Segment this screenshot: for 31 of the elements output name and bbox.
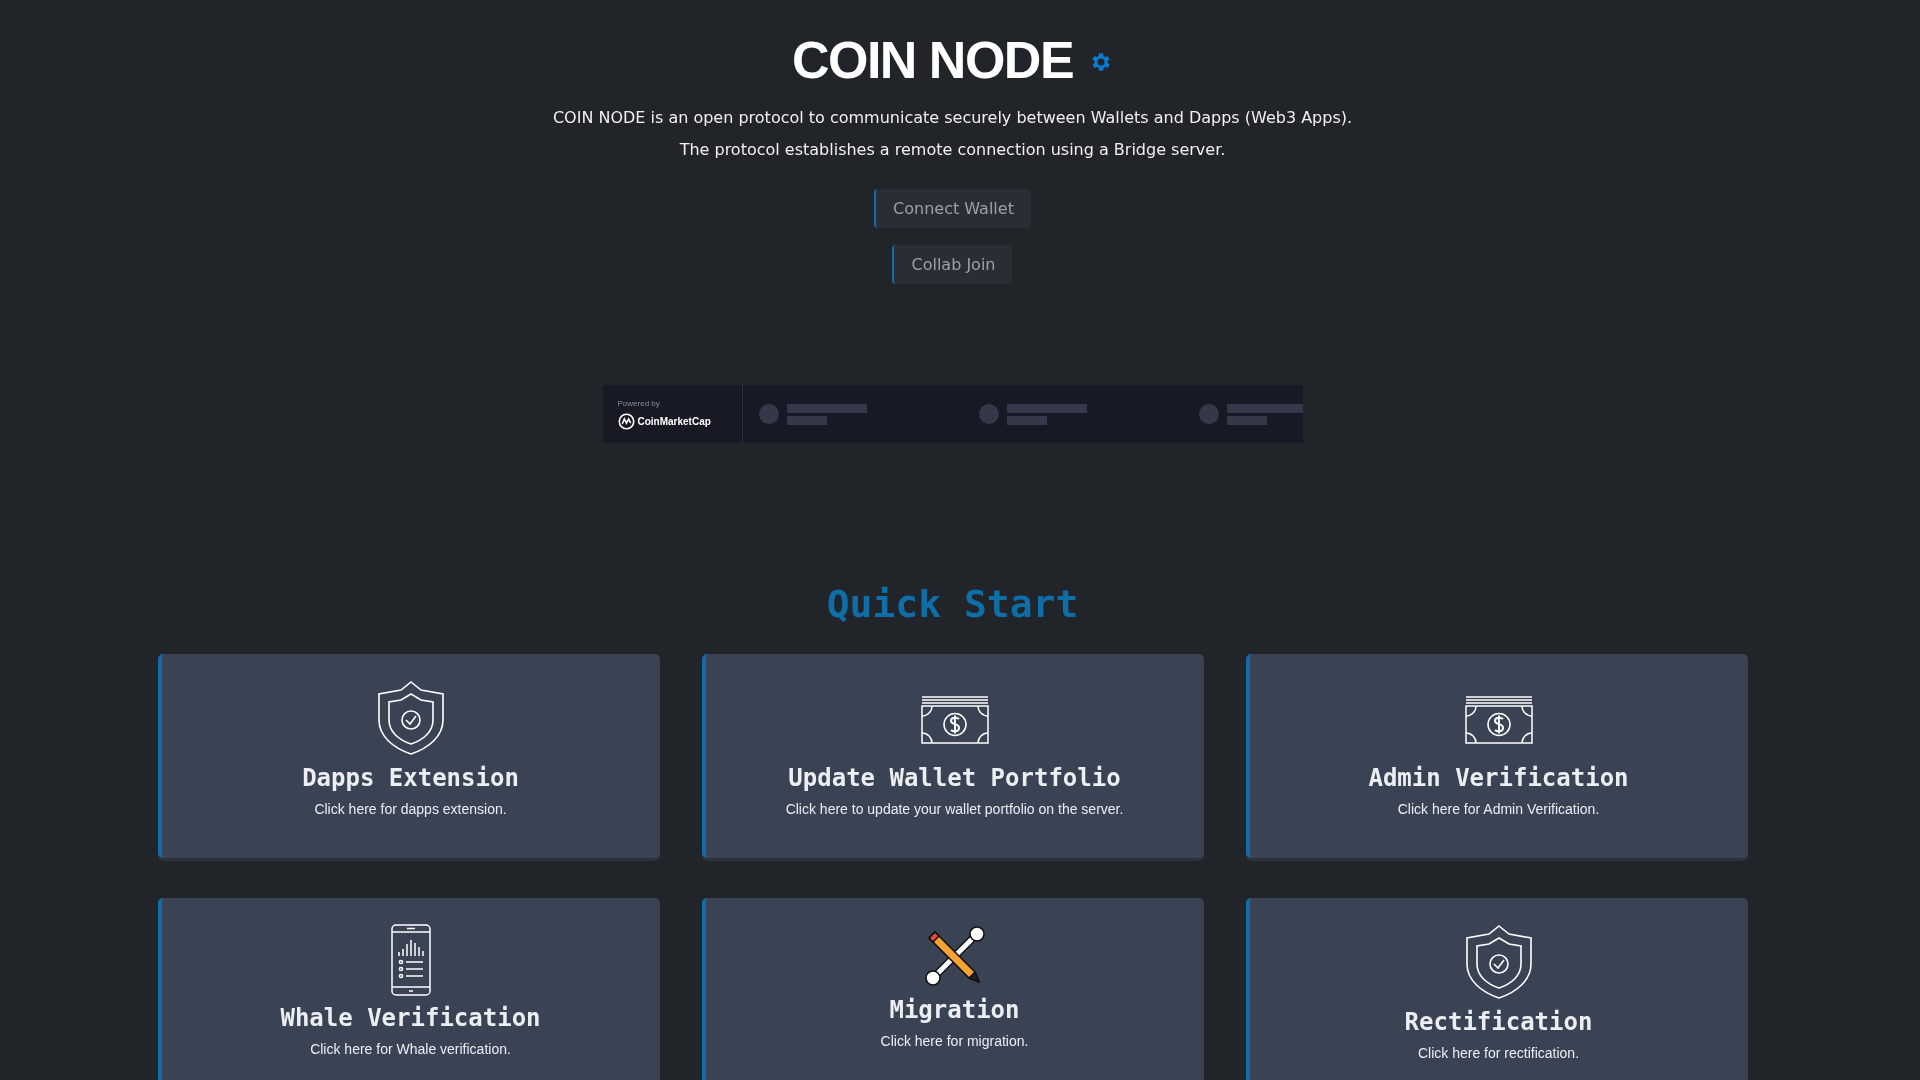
card-description: Click here for rectification. [1417,1045,1580,1061]
feature-card[interactable]: Update Wallet Portfolio Click here to update your wallet portfolio on the server. [701,654,1204,858]
card-title: Update Wallet Portfolio [788,764,1121,792]
section-heading: Quick Start [825,581,1080,628]
intro-text: COIN NODE is an open protocol to communicate securely between Wallets and Dapps (Web3 Apps). [552,107,1353,129]
card-description: Click here for migration. [880,1033,1029,1049]
feature-card[interactable]: Dapps Extension Click here for dapps extension. [157,654,660,858]
brand-name: CoinMarketCap [637,415,711,427]
smartphone-icon [390,924,431,996]
banknote-icon [920,696,989,744]
card-description: Click here for dapps extension. [314,801,507,817]
feature-card[interactable]: Migration Click here for migration. [701,898,1204,1080]
pencil-and-wrench-icon [922,924,987,988]
logo-icon [617,412,635,430]
powered-by-label: Powered by [617,398,661,408]
feature-card[interactable]: Whale Verification Click here for Whale verification. [157,898,660,1080]
banknote-icon [1464,696,1533,744]
card-title: Migration [889,996,1020,1024]
card-description: Click here for Whale verification. [310,1041,511,1057]
intro-text: The protocol establishes a remote connection using a Bridge server. [679,139,1226,161]
card-description: Click here for Admin Verification. [1397,801,1600,817]
action-button[interactable]: Connect Wallet [874,189,1031,228]
feature-card[interactable]: Admin Verification Click here for Admin Verification. [1245,654,1748,858]
card-title: Rectification [1404,1008,1593,1036]
card-description: Click here to update your wallet portfolio on the server. [785,801,1124,817]
action-button[interactable]: Collab Join [892,245,1013,284]
card-title: Whale Verification [280,1004,541,1032]
feature-card[interactable]: Rectification Click here for rectification. [1245,898,1748,1080]
card-title: Admin Verification [1368,764,1629,792]
site-title: COIN NODE [791,30,1074,90]
card-title: Dapps Extension [302,764,519,792]
